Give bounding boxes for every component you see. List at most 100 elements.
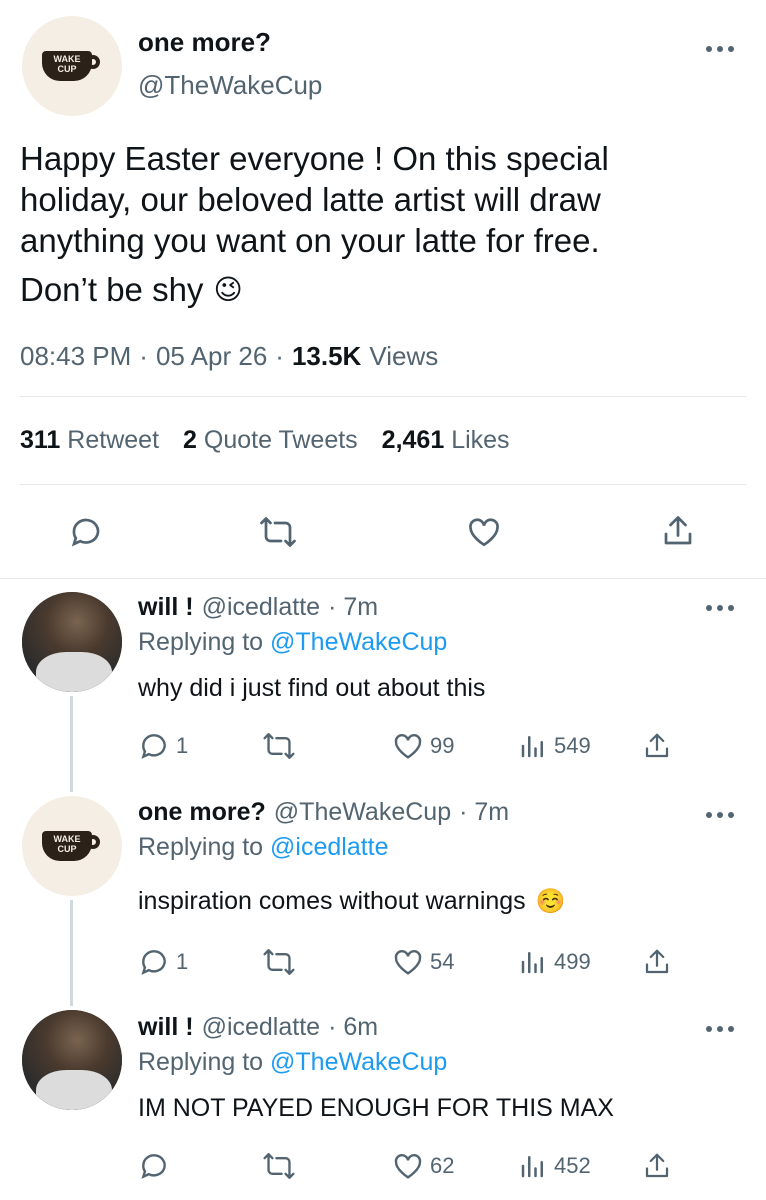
more-options-icon[interactable]: [706, 605, 734, 611]
logo-text: WAKE: [53, 834, 81, 844]
handle[interactable]: @TheWakeCup: [138, 70, 322, 101]
tweet-meta: 08:43 PM · 05 Apr 26 · 13.5K Views: [20, 341, 438, 372]
handle[interactable]: @icedlatte: [202, 1013, 321, 1042]
reply-time[interactable]: · 7m: [459, 798, 509, 827]
views-icon: [521, 952, 543, 974]
retweet-action[interactable]: [262, 730, 296, 762]
replying-to: Replying to @icedlatte: [138, 833, 389, 862]
like-icon: [394, 950, 422, 975]
likes-count: 2,461: [381, 426, 445, 454]
replying-prefix: Replying to: [138, 628, 264, 656]
share-icon[interactable]: [642, 946, 672, 978]
divider: [0, 578, 766, 579]
views-action[interactable]: 452: [518, 1150, 591, 1182]
quotes-stat[interactable]: 2 Quote Tweets: [183, 426, 358, 455]
reply-icon: [141, 950, 166, 975]
replying-to-handle[interactable]: @TheWakeCup: [270, 1048, 447, 1076]
retweets-stat[interactable]: 311 Retweet: [20, 426, 159, 455]
more-options-icon[interactable]: [706, 46, 734, 52]
views-action[interactable]: 499: [518, 946, 591, 978]
avatar[interactable]: [22, 592, 122, 692]
views-icon: [521, 736, 543, 758]
reply-time[interactable]: · 6m: [328, 1013, 378, 1042]
divider: [20, 484, 746, 485]
tweet-text: Happy Easter everyone ! On this special …: [20, 138, 750, 310]
logo-text: CUP: [57, 64, 77, 74]
views-count: 499: [554, 949, 591, 974]
reply-icon: [141, 734, 166, 759]
retweet-icon[interactable]: [258, 514, 298, 550]
display-name[interactable]: one more?: [138, 27, 271, 58]
like-count: 54: [430, 949, 455, 974]
retweet-icon: [263, 949, 295, 975]
replying-to-handle[interactable]: @TheWakeCup: [270, 628, 447, 656]
views-action[interactable]: 549: [518, 730, 591, 762]
replying-prefix: Replying to: [138, 833, 264, 861]
display-name[interactable]: will !: [138, 593, 194, 622]
quotes-count: 2: [183, 426, 197, 454]
reply-count: 1: [176, 733, 189, 758]
avatar[interactable]: WAKE CUP: [22, 796, 122, 896]
avatar[interactable]: [22, 1010, 122, 1110]
tweet-text-line: anything you want on your latte for free…: [20, 222, 600, 259]
like-action[interactable]: 99: [392, 730, 454, 762]
retweet-icon: [263, 1153, 295, 1179]
likes-label: Likes: [451, 426, 510, 454]
like-icon[interactable]: [465, 514, 503, 550]
separator: ·: [275, 341, 284, 371]
replying-prefix: Replying to: [138, 1048, 264, 1076]
likes-stat[interactable]: 2,461 Likes: [382, 426, 510, 455]
replying-to-handle[interactable]: @icedlatte: [270, 833, 389, 861]
handle[interactable]: @icedlatte: [202, 593, 321, 622]
views-count: 549: [554, 733, 591, 758]
separator: ·: [139, 341, 148, 371]
share-icon[interactable]: [642, 730, 672, 762]
wink-emoji-icon: 😉: [213, 274, 243, 305]
views-count: 452: [554, 1153, 591, 1178]
retweet-action[interactable]: [262, 1150, 296, 1182]
share-icon[interactable]: [642, 1150, 672, 1182]
reply-icon: [141, 1154, 166, 1179]
display-name[interactable]: one more?: [138, 798, 266, 827]
replying-to: Replying to @TheWakeCup: [138, 1048, 447, 1077]
like-action[interactable]: 62: [392, 1150, 454, 1182]
reply-header: one more? @TheWakeCup · 7m: [138, 798, 509, 827]
divider: [20, 396, 746, 397]
wake-cup-logo: WAKE CUP: [42, 827, 102, 865]
share-icon[interactable]: [660, 512, 696, 550]
handle[interactable]: @TheWakeCup: [274, 798, 451, 827]
like-icon: [394, 1154, 422, 1179]
engagement-stats: 311 Retweet 2 Quote Tweets 2,461 Likes: [20, 426, 510, 455]
smiling-emoji-icon: ☺️: [535, 888, 566, 915]
retweets-count: 311: [20, 426, 61, 454]
avatar[interactable]: WAKE CUP: [22, 16, 122, 116]
views-icon: [521, 1156, 543, 1178]
reply-count: 1: [176, 949, 189, 974]
tweet-time[interactable]: 08:43 PM: [20, 341, 131, 372]
reply-action[interactable]: [138, 1150, 176, 1182]
reply-action[interactable]: 1: [138, 946, 188, 978]
thread-line: [70, 900, 73, 1006]
retweet-icon: [263, 733, 295, 759]
tweet-date[interactable]: 05 Apr 26: [156, 341, 267, 372]
retweet-action[interactable]: [262, 946, 296, 978]
replying-to: Replying to @TheWakeCup: [138, 628, 447, 657]
retweets-label: Retweet: [67, 426, 160, 454]
reply-action[interactable]: 1: [138, 730, 188, 762]
reply-time[interactable]: · 7m: [328, 593, 378, 622]
like-icon: [394, 734, 422, 759]
thread-line: [70, 696, 73, 792]
reply-header: will ! @icedlatte · 6m: [138, 1013, 378, 1042]
reply-text-content: inspiration comes without warnings: [138, 887, 526, 915]
like-action[interactable]: 54: [392, 946, 454, 978]
reply-text: inspiration comes without warnings ☺️: [138, 887, 566, 916]
more-options-icon[interactable]: [706, 812, 734, 818]
display-name[interactable]: will !: [138, 1013, 194, 1042]
reply-icon[interactable]: [68, 514, 104, 550]
like-count: 99: [430, 733, 455, 758]
views-label: Views: [369, 341, 439, 371]
reply-header: will ! @icedlatte · 7m: [138, 593, 378, 622]
tweet-text-line: holiday, our beloved latte artist will d…: [20, 181, 601, 218]
more-options-icon[interactable]: [706, 1026, 734, 1032]
logo-text: CUP: [57, 844, 77, 854]
